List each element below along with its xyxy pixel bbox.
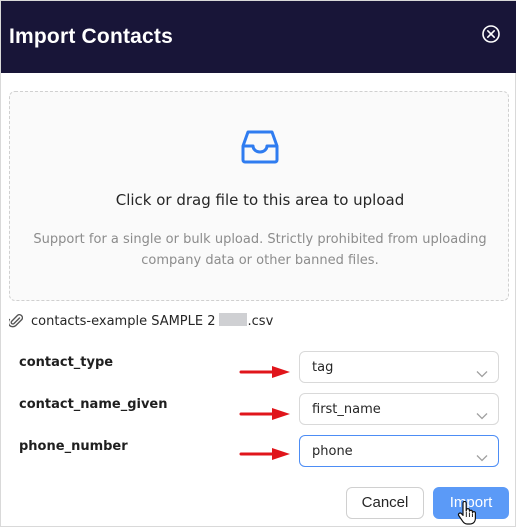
hand-cursor-icon bbox=[457, 500, 477, 525]
upload-main-text: Click or drag file to this area to uploa… bbox=[115, 191, 405, 209]
field-label-contact-type: contact_type bbox=[19, 355, 114, 370]
annotation-arrow bbox=[239, 364, 291, 378]
select-value: tag bbox=[312, 360, 334, 375]
select-phone-number[interactable]: phone bbox=[299, 435, 499, 467]
upload-hint: Support for a single or bulk upload. Str… bbox=[33, 232, 487, 268]
chevron-down-icon bbox=[476, 405, 488, 420]
select-value: first_name bbox=[312, 402, 381, 417]
close-icon[interactable] bbox=[481, 24, 501, 44]
redacted-segment bbox=[218, 313, 247, 326]
annotation-arrow bbox=[239, 446, 291, 460]
file-name-prefix: contacts-example SAMPLE 2 bbox=[31, 314, 216, 329]
select-contact-name-given[interactable]: first_name bbox=[299, 393, 499, 425]
modal-header: Import Contacts bbox=[1, 1, 516, 73]
field-label-contact-name-given: contact_name_given bbox=[19, 397, 168, 412]
inbox-icon bbox=[241, 129, 279, 165]
chevron-down-icon bbox=[476, 447, 488, 462]
file-name-suffix: .csv bbox=[247, 314, 274, 329]
cancel-button[interactable]: Cancel bbox=[346, 487, 424, 519]
field-label-phone-number: phone_number bbox=[19, 439, 128, 454]
import-contacts-modal: Import Contacts Click or drag file to th… bbox=[0, 0, 516, 527]
modal-title: Import Contacts bbox=[9, 25, 174, 48]
uploaded-file-name[interactable]: contacts-example SAMPLE 2 .csv bbox=[31, 313, 273, 329]
chevron-down-icon bbox=[476, 363, 488, 378]
uploaded-file-item: contacts-example SAMPLE 2 .csv bbox=[7, 311, 409, 333]
paperclip-icon bbox=[7, 313, 24, 329]
select-value: phone bbox=[312, 444, 353, 459]
upload-dropzone[interactable]: Click or drag file to this area to uploa… bbox=[9, 91, 509, 301]
select-contact-type[interactable]: tag bbox=[299, 351, 499, 383]
annotation-arrow bbox=[239, 406, 291, 420]
